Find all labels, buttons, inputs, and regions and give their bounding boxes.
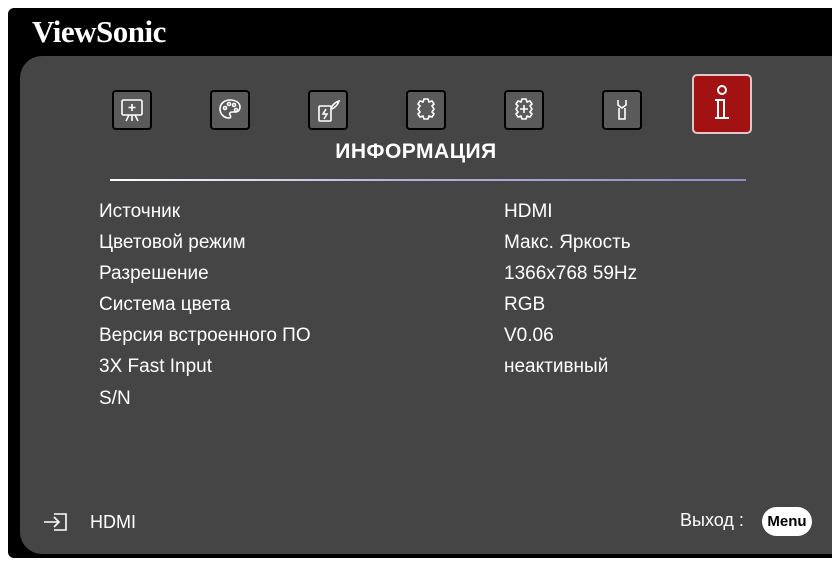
info-value: HDMI [504, 201, 553, 222]
power-icon[interactable] [308, 90, 348, 130]
input-source-icon [44, 513, 67, 531]
menu-button[interactable]: Menu [762, 507, 812, 536]
info-row-color-system: Система цвета RGB [0, 294, 832, 324]
exit-label: Выход : [680, 510, 744, 530]
advanced-settings-icon[interactable] [504, 90, 544, 130]
info-row-firmware: Версия встроенного ПО V0.06 [0, 325, 832, 355]
info-row-resolution: Разрешение 1366x768 59Hz [0, 263, 832, 293]
info-value: 1366x768 59Hz [504, 263, 638, 284]
basic-settings-icon[interactable] [406, 90, 446, 130]
info-label: Система цвета [99, 294, 231, 315]
info-label: S/N [99, 388, 131, 409]
info-label: 3X Fast Input [99, 356, 213, 377]
picture-icon[interactable] [210, 90, 250, 130]
brand-logo: ViewSonic [32, 14, 166, 49]
input-source-indicator: HDMI [40, 510, 136, 534]
info-label: Версия встроенного ПО [99, 325, 311, 346]
info-label: Разрешение [99, 263, 209, 284]
info-label: Источник [99, 201, 181, 222]
system-icon[interactable] [602, 90, 642, 130]
info-row-color-mode: Цветовой режим Макс. Яркость [0, 232, 832, 262]
info-value: неактивный [504, 356, 609, 377]
info-row-fast-input: 3X Fast Input неактивный [0, 356, 832, 386]
title-divider [110, 179, 746, 181]
information-icon[interactable] [692, 74, 752, 134]
input-source-label: HDMI [90, 511, 136, 532]
display-icon[interactable] [112, 90, 152, 130]
info-row-serial: S/N [0, 388, 832, 418]
info-row-source: Источник HDMI [0, 201, 832, 231]
info-value: V0.06 [504, 325, 554, 346]
info-value: RGB [504, 294, 546, 315]
info-label: Цветовой режим [99, 232, 246, 253]
menu-title: ИНФОРМАЦИЯ [335, 140, 497, 163]
info-value: Макс. Яркость [504, 232, 631, 253]
